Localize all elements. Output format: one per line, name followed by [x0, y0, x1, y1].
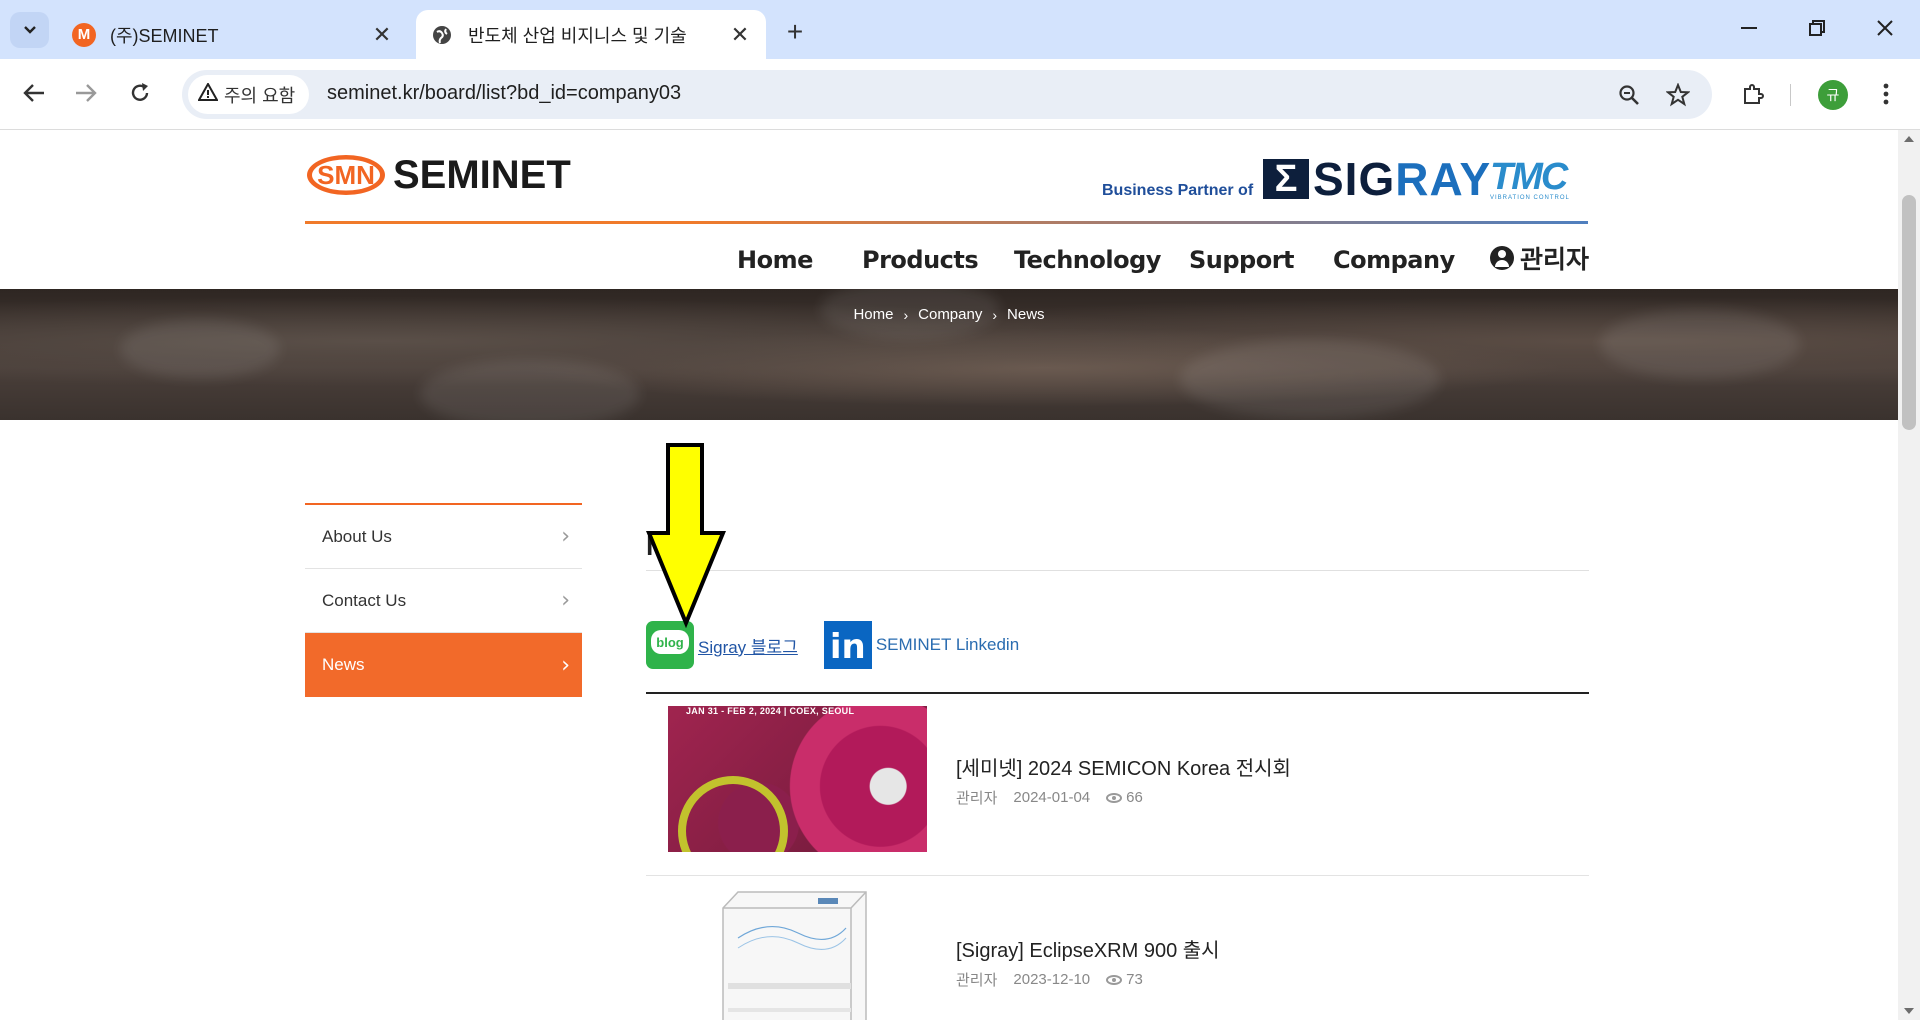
arrow-right-icon: [76, 84, 97, 102]
reload-button[interactable]: [120, 73, 160, 113]
page-scrollbar[interactable]: [1898, 130, 1920, 1020]
nav-products[interactable]: Products: [862, 240, 979, 280]
url-text[interactable]: seminet.kr/board/list?bd_id=company03: [327, 82, 681, 105]
back-button[interactable]: [14, 73, 54, 113]
tmc-subtitle: VIBRATION CONTROL: [1490, 195, 1570, 201]
kebab-menu-icon[interactable]: [1866, 74, 1906, 114]
chevron-down-icon: [23, 26, 36, 34]
minimize-window-button[interactable]: [1724, 8, 1774, 48]
title-divider: [646, 570, 1589, 571]
sidebar-item-news[interactable]: News ›: [305, 633, 582, 697]
seminet-linkedin-link[interactable]: SEMINET Linkedin: [876, 635, 1019, 655]
browser-tab-seminet[interactable]: M (주)SEMINET ✕: [58, 10, 408, 59]
toolbar-divider: [1790, 84, 1791, 106]
seminet-favicon-icon: M: [72, 22, 96, 47]
breadcrumb-news[interactable]: News: [1007, 306, 1045, 323]
nav-home[interactable]: Home: [737, 240, 813, 280]
chevron-right-icon: ›: [561, 588, 570, 613]
warning-triangle-icon: [197, 81, 219, 107]
security-indicator[interactable]: 주의 요함: [188, 75, 310, 114]
close-tab-icon[interactable]: ✕: [368, 21, 396, 49]
restore-window-button[interactable]: [1792, 8, 1842, 48]
hero-banner: Home › Company › News: [0, 289, 1898, 420]
sidebar-menu: About Us › Contact Us › News ›: [305, 503, 582, 697]
sidebar-item-about-us[interactable]: About Us ›: [305, 505, 582, 569]
extensions-puzzle-icon[interactable]: [1733, 74, 1773, 114]
tab-search-button[interactable]: [10, 12, 49, 48]
zoom-icon[interactable]: [1612, 78, 1646, 112]
site-header: SMN SEMINET Business Partner of Σ SIGRAY…: [0, 130, 1898, 224]
nav-company[interactable]: Company: [1333, 240, 1455, 280]
list-item[interactable]: [Sigray] EclipseXRM 900 출시 관리자 2023-12-1…: [646, 876, 1589, 1020]
sidebar-item-label: News: [322, 655, 365, 674]
new-tab-button[interactable]: +: [780, 16, 810, 48]
news-thumbnail[interactable]: [668, 888, 927, 1020]
arrow-down-icon: [646, 443, 726, 629]
browser-tab-active[interactable]: 반도체 산업 비지니스 및 기술 ✕: [416, 10, 766, 59]
bookmark-star-icon[interactable]: [1661, 78, 1695, 112]
chevron-right-icon: ›: [903, 306, 909, 323]
close-tab-icon[interactable]: ✕: [726, 21, 754, 49]
close-window-button[interactable]: [1860, 8, 1910, 48]
sigma-logo-icon: Σ: [1263, 158, 1309, 200]
news-views: 66: [1106, 789, 1143, 806]
security-label: 주의 요함: [224, 85, 296, 106]
profile-avatar[interactable]: 규: [1818, 80, 1848, 110]
chevron-right-icon: ›: [561, 524, 570, 549]
nav-technology[interactable]: Technology: [1014, 240, 1161, 280]
eye-icon: [1106, 793, 1123, 804]
browser-tab-bar: M (주)SEMINET ✕ 반도체 산업 비지니스 및 기술 ✕ +: [0, 0, 1920, 59]
news-meta: 관리자 2023-12-10 73: [956, 969, 1159, 990]
breadcrumb: Home › Company › News: [0, 306, 1898, 323]
news-date: 2023-12-10: [1013, 971, 1091, 988]
breadcrumb-home[interactable]: Home: [853, 306, 893, 323]
breadcrumb-company[interactable]: Company: [918, 306, 982, 323]
chevron-right-icon: ›: [992, 306, 998, 323]
admin-user-menu[interactable]: 관리자: [1490, 240, 1589, 276]
page-viewport: SMN SEMINET Business Partner of Σ SIGRAY…: [0, 130, 1898, 1020]
tmc-wordmark: TMC: [1490, 156, 1568, 198]
user-circle-icon: [1490, 246, 1514, 270]
scrollbar-thumb[interactable]: [1902, 195, 1916, 430]
arrow-left-icon: [23, 84, 44, 102]
sidebar-item-label: Contact Us: [322, 590, 407, 610]
list-item[interactable]: JAN 31 - FEB 2, 2024 | COEX, SEOUL [세미넷]…: [646, 694, 1589, 876]
news-thumbnail[interactable]: JAN 31 - FEB 2, 2024 | COEX, SEOUL: [668, 706, 927, 852]
address-bar[interactable]: 주의 요함 seminet.kr/board/list?bd_id=compan…: [182, 70, 1712, 119]
news-title[interactable]: [세미넷] 2024 SEMICON Korea 전시회: [956, 752, 1291, 781]
linkedin-icon[interactable]: in: [823, 621, 872, 669]
tab-title: (주)SEMINET: [110, 25, 219, 46]
scroll-down-icon[interactable]: [1904, 1008, 1914, 1014]
close-icon: [1877, 20, 1893, 36]
news-author: 관리자: [956, 790, 998, 807]
eye-icon: [1106, 975, 1123, 986]
logo-text: SEMINET: [393, 152, 571, 197]
news-meta: 관리자 2024-01-04 66: [956, 787, 1159, 808]
nav-support[interactable]: Support: [1189, 240, 1295, 280]
seminet-logo[interactable]: SMN SEMINET: [305, 152, 571, 198]
forward-button[interactable]: [66, 73, 106, 113]
reload-icon: [131, 83, 149, 101]
minimize-icon: [1741, 27, 1757, 29]
sigray-logo[interactable]: Σ SIGRAY: [1263, 152, 1491, 206]
news-title[interactable]: [Sigray] EclipseXRM 900 출시: [956, 934, 1220, 963]
tab-title: 반도체 산업 비지니스 및 기술: [468, 25, 687, 46]
browser-toolbar: 주의 요함 seminet.kr/board/list?bd_id=compan…: [0, 59, 1920, 130]
tmc-logo[interactable]: TMC VIBRATION CONTROL: [1490, 156, 1570, 201]
partner-label: Business Partner of: [1102, 182, 1254, 199]
news-views: 73: [1106, 971, 1143, 988]
sidebar-item-label: About Us: [322, 526, 392, 546]
restore-icon: [1809, 20, 1825, 36]
news-date: 2024-01-04: [1013, 789, 1091, 806]
globe-icon: [430, 23, 454, 47]
sidebar-item-contact-us[interactable]: Contact Us ›: [305, 569, 582, 633]
news-author: 관리자: [956, 972, 998, 989]
scroll-up-icon[interactable]: [1904, 136, 1914, 142]
smn-logo-badge: SMN: [305, 152, 387, 198]
chevron-right-icon: ›: [561, 652, 570, 678]
header-divider: [305, 221, 1588, 224]
sigray-wordmark: SIGRAY: [1313, 153, 1492, 205]
yellow-arrow-annotation: [646, 443, 726, 638]
svg-text:SMN: SMN: [317, 160, 375, 190]
